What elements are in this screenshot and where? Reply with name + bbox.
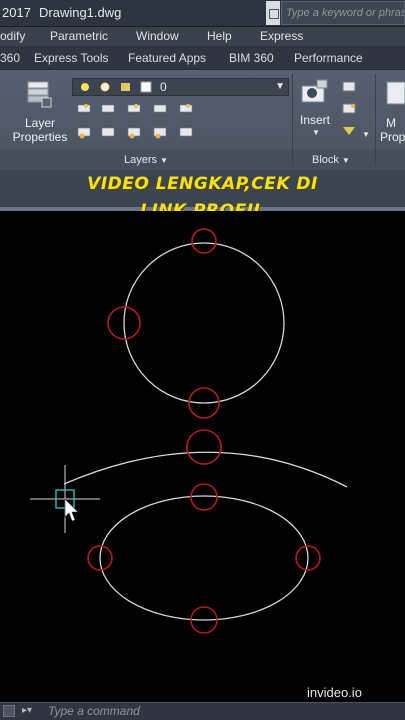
- chevron-down-icon[interactable]: ▼: [312, 128, 320, 137]
- match-properties-label-1: M: [386, 116, 396, 130]
- chevron-down-icon[interactable]: ▼: [362, 130, 370, 139]
- watermark-text: invideo.io: [307, 685, 362, 700]
- layer-dropdown[interactable]: 0 ▼: [72, 78, 289, 96]
- document-title: Drawing1.dwg: [39, 5, 122, 20]
- title-bar: 2017 Drawing1.dwg Type a keyword or phra…: [0, 0, 405, 27]
- close-icon[interactable]: [3, 705, 15, 717]
- layer-stack-icon[interactable]: [22, 80, 56, 110]
- layer-properties-label-1: Layer: [24, 116, 56, 130]
- layer-state-icons: [81, 81, 152, 93]
- menu-bar: odify Parametric Window Help Express: [0, 27, 405, 46]
- insert-button[interactable]: Insert: [300, 113, 330, 127]
- layer-tools-row-2[interactable]: [76, 125, 276, 141]
- tab-featured-apps[interactable]: Featured Apps: [128, 51, 206, 65]
- menu-item-parametric[interactable]: Parametric: [50, 29, 108, 43]
- current-layer-name: 0: [160, 80, 167, 94]
- layer-tools-row-1[interactable]: [76, 102, 276, 116]
- snap-marker: [186, 429, 222, 465]
- command-prompt-icon[interactable]: ▸▾: [22, 705, 32, 716]
- layers-panel-title[interactable]: Layers ▼: [124, 154, 168, 166]
- insert-block-icon[interactable]: [300, 78, 330, 108]
- panel-divider: [292, 74, 293, 166]
- tab-express-tools[interactable]: Express Tools: [34, 51, 108, 65]
- search-icon[interactable]: [266, 1, 280, 25]
- tab-a360[interactable]: 360: [0, 51, 20, 65]
- chevron-down-icon: ▼: [275, 81, 285, 92]
- layer-properties-button[interactable]: Layer Properties: [10, 116, 70, 144]
- layer-properties-label-2: Properties: [12, 130, 68, 144]
- panel-divider: [375, 74, 376, 166]
- drawing-canvas[interactable]: [0, 211, 405, 701]
- block-panel-title[interactable]: Block ▼: [312, 154, 350, 166]
- search-input[interactable]: Type a keyword or phrase: [281, 1, 405, 25]
- snap-marker: [190, 483, 218, 511]
- command-input[interactable]: Type a command: [44, 703, 405, 720]
- drawn-ellipse: [99, 495, 309, 621]
- drawn-circle: [123, 242, 285, 404]
- match-properties-icon[interactable]: [385, 78, 405, 108]
- crosshair-cursor: [30, 465, 100, 533]
- command-line-bar: ▸▾ Type a command: [0, 702, 405, 720]
- ribbon-tabs: 360 Express Tools Featured Apps BIM 360 …: [0, 46, 405, 70]
- chevron-down-icon: ▼: [341, 156, 350, 165]
- tab-bim-360[interactable]: BIM 360: [229, 51, 274, 65]
- block-panel-label: Block: [312, 154, 339, 166]
- block-tools-icons[interactable]: [340, 80, 362, 140]
- ribbon-panel: Layer Properties 0 ▼ Layers ▼ Insert ▼ ▼…: [0, 70, 405, 170]
- app-version: 2017: [2, 5, 31, 20]
- match-properties-button[interactable]: M Prop: [380, 116, 405, 144]
- drawing-geometry: [30, 228, 348, 634]
- menu-item-express[interactable]: Express: [260, 29, 303, 43]
- menu-item-window[interactable]: Window: [136, 29, 179, 43]
- tab-performance[interactable]: Performance: [294, 51, 363, 65]
- snap-marker: [191, 228, 217, 254]
- match-properties-label-2: Prop: [380, 130, 405, 144]
- menu-item-modify[interactable]: odify: [0, 29, 25, 43]
- chevron-down-icon: ▼: [160, 156, 168, 165]
- video-caption-line-1: VIDEO LENGKAP,CEK DI: [87, 174, 318, 194]
- layers-panel-label: Layers: [124, 154, 158, 166]
- menu-item-help[interactable]: Help: [207, 29, 232, 43]
- drawn-arc: [63, 451, 348, 488]
